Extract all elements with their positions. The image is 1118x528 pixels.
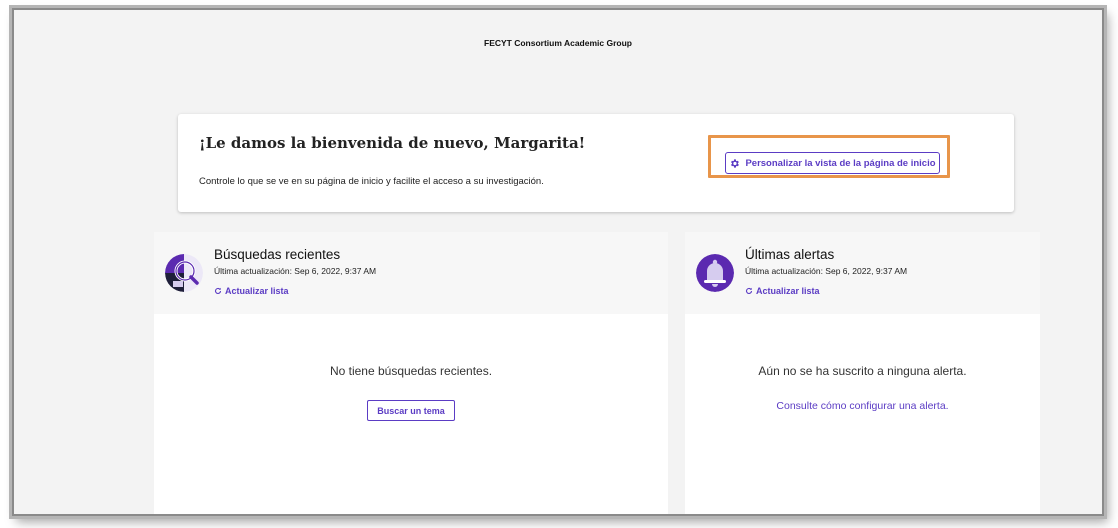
recent-searches-title: Búsquedas recientes — [214, 247, 341, 262]
organization-title: FECYT Consortium Academic Group — [484, 38, 632, 48]
search-history-icon — [165, 254, 203, 292]
latest-alerts-panel: Últimas alertas Última actualización: Se… — [685, 232, 1040, 514]
recent-searches-header: Búsquedas recientes Última actualización… — [154, 232, 668, 314]
welcome-card: ¡Le damos la bienvenida de nuevo, Margar… — [178, 114, 1014, 212]
recent-searches-panel: Búsquedas recientes Última actualización… — [154, 232, 668, 514]
bell-icon — [696, 254, 734, 292]
latest-alerts-refresh-link[interactable]: Actualizar lista — [745, 286, 820, 296]
recent-searches-refresh-link[interactable]: Actualizar lista — [214, 286, 289, 296]
welcome-title: ¡Le damos la bienvenida de nuevo, Margar… — [199, 134, 586, 152]
gear-icon — [731, 158, 740, 168]
latest-alerts-title: Últimas alertas — [745, 247, 835, 262]
latest-alerts-empty-text: Aún no se ha suscrito a ninguna alerta. — [758, 364, 967, 378]
latest-alerts-updated: Última actualización: Sep 6, 2022, 9:37 … — [745, 266, 908, 276]
refresh-icon — [214, 287, 222, 295]
latest-alerts-refresh-label: Actualizar lista — [756, 286, 820, 296]
recent-searches-updated: Última actualización: Sep 6, 2022, 9:37 … — [214, 266, 377, 276]
latest-alerts-header: Últimas alertas Última actualización: Se… — [685, 232, 1040, 314]
customize-homepage-button[interactable]: Personalizar la vista de la página de in… — [725, 152, 940, 174]
recent-searches-refresh-label: Actualizar lista — [225, 286, 289, 296]
customize-homepage-label: Personalizar la vista de la página de in… — [745, 157, 936, 169]
alert-setup-link[interactable]: Consulte cómo configurar una alerta. — [685, 400, 1040, 412]
app-window: FECYT Consortium Academic Group ¡Le damo… — [12, 8, 1104, 516]
refresh-icon — [745, 287, 753, 295]
recent-searches-empty-text: No tiene búsquedas recientes. — [329, 364, 493, 378]
welcome-subtitle: Controle lo que se ve en su página de in… — [199, 176, 544, 187]
search-topic-button[interactable]: Buscar un tema — [367, 400, 455, 421]
